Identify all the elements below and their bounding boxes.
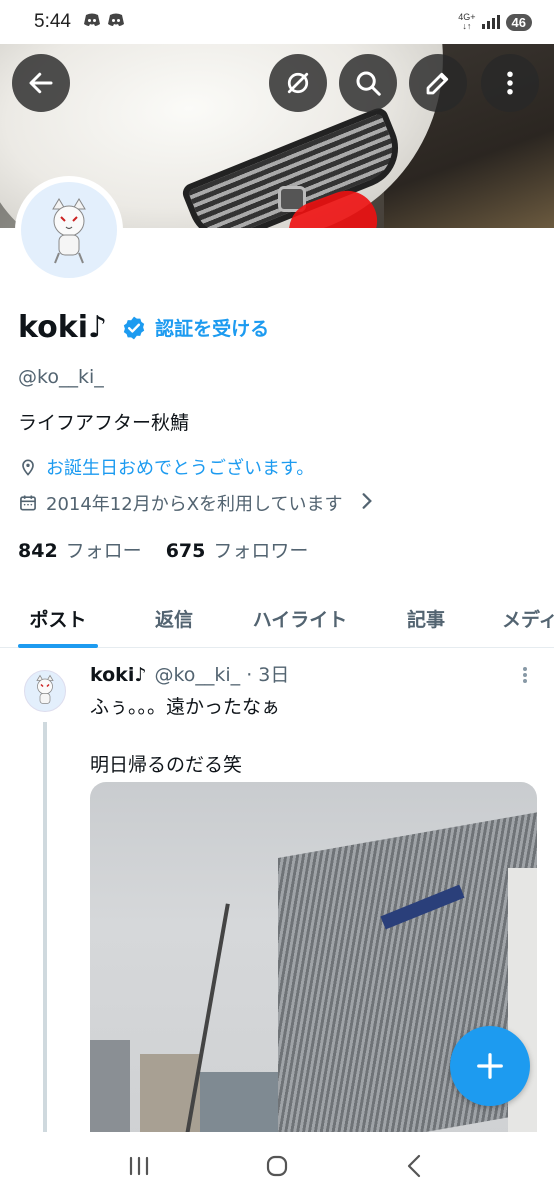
back-button[interactable] [12, 54, 70, 112]
search-button[interactable] [339, 54, 397, 112]
post-avatar[interactable] [24, 670, 66, 712]
location-text[interactable]: お誕生日おめでとうございます。 [46, 454, 314, 480]
following-count: 842 [18, 540, 58, 562]
followers-link[interactable]: 675 フォロワー [166, 536, 309, 563]
more-button[interactable] [481, 54, 539, 112]
search-icon [356, 71, 381, 96]
fox-character-icon [52, 198, 86, 264]
post-handle-time: @ko__ki_ · 3日 [154, 664, 290, 686]
arrow-left-icon [29, 72, 53, 94]
discord-icon [83, 13, 101, 31]
post-header: koki♪ @ko__ki_ · 3日 [90, 660, 289, 687]
profile-avatar[interactable] [15, 176, 123, 284]
more-vertical-icon [507, 71, 513, 95]
post-text-line1: ふぅ。。。遠かったなぁ [90, 696, 281, 718]
profile-joined[interactable]: 2014年12月からXを利用しています [18, 490, 385, 516]
compose-button[interactable] [450, 1026, 530, 1106]
status-time: 5:44 [34, 11, 71, 32]
discord-icon [107, 13, 125, 31]
chevron-right-icon [357, 491, 385, 516]
tab-articles[interactable]: 記事 [406, 588, 446, 648]
tab-media[interactable]: メディア [502, 588, 554, 648]
post-more-button[interactable] [516, 664, 534, 686]
tab-highlights[interactable]: ハイライト [250, 588, 350, 648]
calendar-icon [20, 495, 36, 511]
followers-count: 675 [165, 540, 206, 562]
profile-location: お誕生日おめでとうございます。 [18, 454, 314, 480]
profile-name-row: koki♪ 認証を受ける [18, 310, 269, 345]
plus-icon [477, 1053, 503, 1079]
followers-label: フォロワー [213, 540, 309, 562]
battery-icon: 46 [505, 13, 532, 31]
edit-icon [426, 72, 449, 95]
system-back-button[interactable] [395, 1146, 435, 1186]
profile-handle: @ko__ki_ [18, 366, 104, 388]
recent-apps-icon [129, 1156, 149, 1176]
home-button[interactable] [257, 1146, 297, 1186]
tab-posts[interactable]: ポスト [18, 588, 98, 648]
post-author-name[interactable]: koki♪ [90, 664, 146, 686]
system-nav-bar [0, 1132, 554, 1200]
recent-apps-button[interactable] [119, 1146, 159, 1186]
get-verified-link[interactable]: 認証を受ける [155, 314, 269, 341]
status-bar: 5:44 4G+ ↓↑ 46 [0, 0, 554, 44]
fox-character-icon [36, 674, 54, 704]
home-icon [266, 1155, 288, 1177]
verified-badge-icon[interactable] [121, 315, 147, 341]
profile-name: koki♪ [18, 310, 108, 345]
eye-off-icon [287, 72, 309, 94]
signal-icon [481, 15, 500, 29]
edit-button[interactable] [409, 54, 467, 112]
status-right: 4G+ ↓↑ 46 [458, 13, 532, 31]
network-type: 4G+ ↓↑ [458, 12, 476, 31]
thread-line [43, 722, 47, 1132]
hide-button[interactable] [269, 54, 327, 112]
joined-text: 2014年12月からXを利用しています [46, 494, 343, 515]
following-label: フォロー [65, 540, 142, 562]
tab-replies[interactable]: 返信 [154, 588, 194, 648]
follow-stats: 842 フォロー 675 フォロワー [18, 536, 308, 563]
post-text-line2: 明日帰るのだる笑 [90, 754, 243, 776]
avatar-image [21, 182, 117, 278]
profile-bio: ライフアフター秋鯖 [18, 412, 190, 434]
following-link[interactable]: 842 フォロー [18, 536, 142, 563]
notification-icons [83, 13, 125, 31]
back-chevron-icon [407, 1154, 421, 1178]
location-pin-icon [22, 459, 34, 476]
profile-tabs: ポスト 返信 ハイライト 記事 メディア [0, 588, 554, 648]
